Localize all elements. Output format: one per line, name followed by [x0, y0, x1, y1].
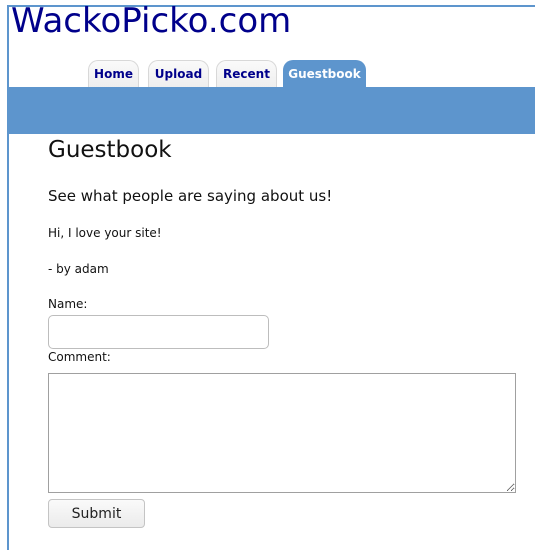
page-title: Guestbook — [48, 137, 172, 163]
tab-upload[interactable]: Upload — [148, 60, 209, 88]
name-input[interactable] — [48, 315, 269, 349]
page-subtitle: See what people are saying about us! — [48, 187, 333, 205]
submit-button[interactable]: Submit — [48, 499, 145, 528]
name-label: Name: — [48, 297, 88, 311]
comment-textarea[interactable] — [48, 373, 516, 493]
site-logo-link[interactable]: WackoPicko.com — [11, 1, 291, 41]
header-bar — [9, 87, 535, 134]
comment-label: Comment: — [48, 350, 111, 364]
tab-recent[interactable]: Recent — [216, 60, 277, 88]
guestbook-entry-text: Hi, I love your site! — [48, 226, 162, 240]
guestbook-entry-author: - by adam — [48, 262, 109, 276]
tab-guestbook[interactable]: Guestbook — [283, 60, 366, 88]
tab-home[interactable]: Home — [88, 60, 139, 88]
